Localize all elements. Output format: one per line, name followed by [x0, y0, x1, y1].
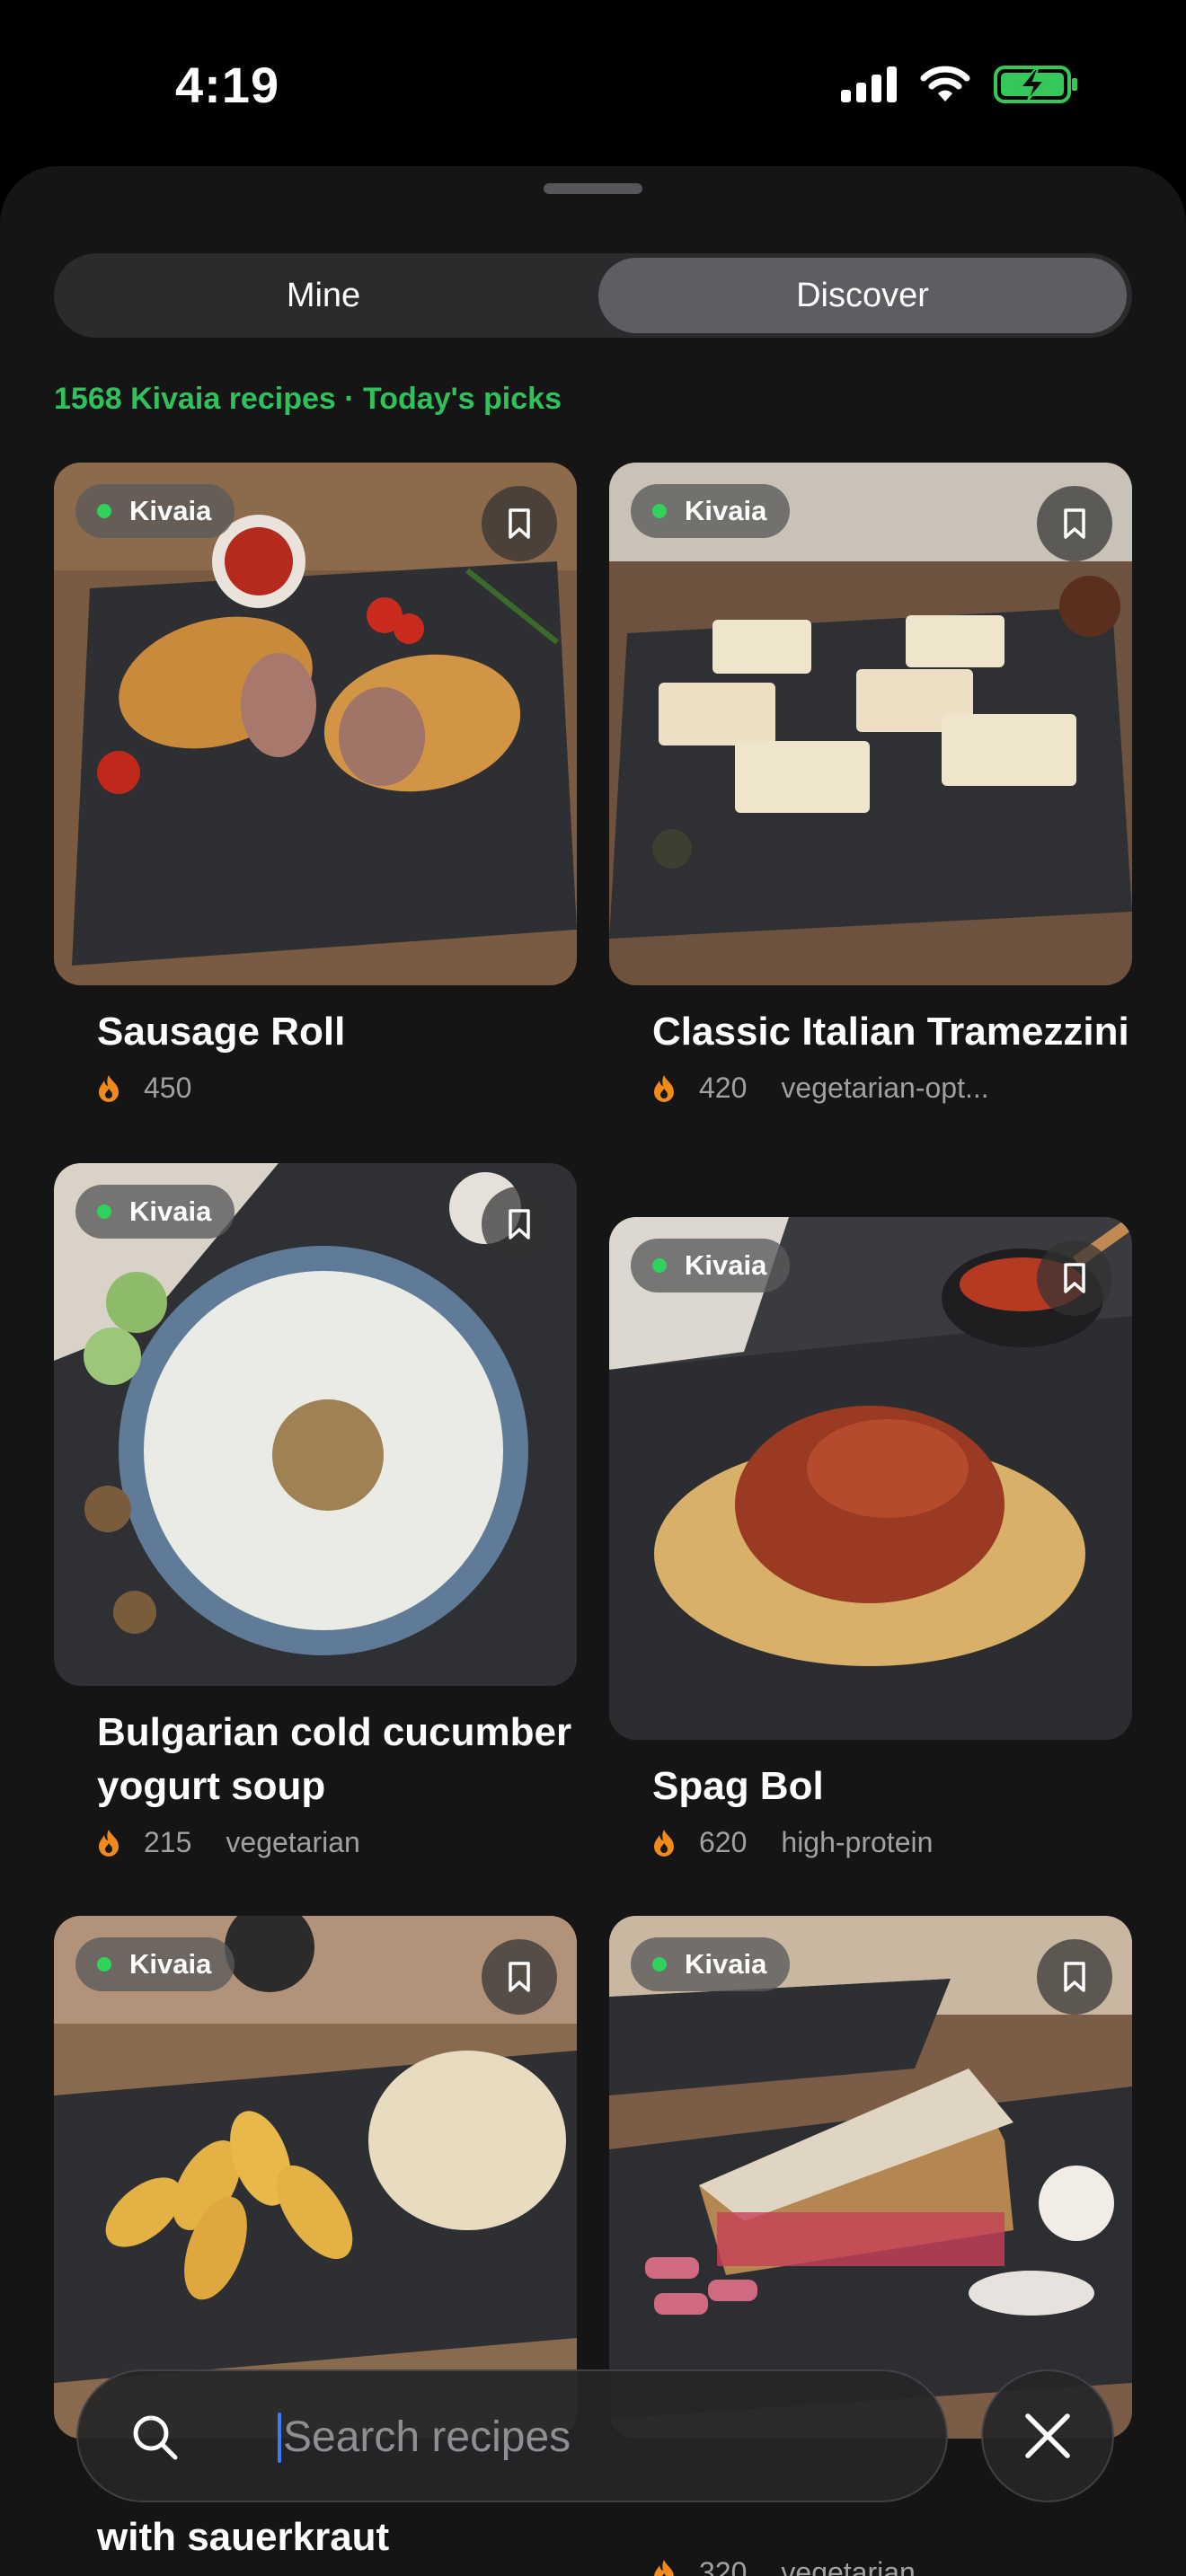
close-icon [1025, 2413, 1070, 2458]
recipe-card-spag-bol[interactable]: Kivaia Spag Bol 620 high-protein [609, 1217, 1132, 1864]
bookmark-button[interactable] [1037, 1939, 1112, 2015]
source-badge: Kivaia [75, 484, 235, 538]
wifi-icon [920, 66, 970, 103]
status-time: 4:19 [175, 57, 280, 113]
badge-label: Kivaia [129, 1948, 212, 1980]
source-badge: Kivaia [631, 1937, 791, 1991]
segmented-control: Mine Discover [54, 253, 1132, 338]
recipe-title: Sausage Roll [97, 1010, 346, 1054]
flame-icon [654, 1830, 674, 1857]
bookmark-icon [1064, 508, 1085, 539]
recipe-title: with sauerkraut [97, 2515, 390, 2559]
calories-value: 450 [144, 1071, 192, 1104]
status-bar: 4:19 [0, 0, 1186, 171]
search-icon [133, 2415, 178, 2460]
text-caret [278, 2413, 281, 2463]
bookmark-button[interactable] [482, 1187, 557, 1262]
bookmark-button[interactable] [1037, 486, 1112, 561]
cellular-signal-icon [841, 66, 897, 102]
diet-tag: vegetarian-opt... [781, 1071, 989, 1104]
recipe-meta: 620 high-protein [652, 1821, 1132, 1864]
recipe-meta: 320 vegetarian [652, 2551, 1132, 2576]
bookmark-icon [509, 1962, 530, 1992]
calories-value: 620 [699, 1825, 748, 1858]
badge-dot [652, 1258, 667, 1273]
close-button[interactable] [981, 2369, 1114, 2502]
badge-label: Kivaia [685, 1948, 767, 1980]
recipe-card-tramezzini[interactable]: Kivaia Classic Italian Tramezzini 420 ve… [609, 463, 1132, 1109]
calories-value: 420 [699, 1071, 748, 1104]
bookmark-button[interactable] [482, 486, 557, 561]
badge-label: Kivaia [129, 495, 212, 526]
battery-charging-icon [994, 65, 1078, 104]
sheet-grabber[interactable] [544, 183, 642, 194]
source-badge: Kivaia [631, 484, 791, 538]
recipe-card-sausage-roll[interactable]: Kivaia Sausage Roll 450 [54, 463, 577, 1109]
bookmark-icon [1064, 1962, 1085, 1992]
source-badge: Kivaia [631, 1239, 791, 1292]
diet-tag: vegetarian [781, 2555, 916, 2576]
search-input[interactable]: Search recipes [76, 2369, 948, 2502]
badge-dot [652, 504, 667, 518]
calories-value: 215 [144, 1825, 192, 1858]
badge-dot [97, 1204, 111, 1219]
recipe-meta: 215 vegetarian [97, 1821, 577, 1864]
badge-label: Kivaia [129, 1195, 212, 1227]
badge-dot [97, 504, 111, 518]
bookmark-icon [509, 1209, 530, 1239]
recipe-meta: 420 vegetarian-opt... [652, 1066, 1132, 1109]
recipe-photo[interactable]: Kivaia [609, 1217, 1132, 1740]
recipe-title: Spag Bol [652, 1764, 824, 1808]
bookmark-button[interactable] [1037, 1240, 1112, 1316]
source-badge: Kivaia [75, 1937, 235, 1991]
recipe-meta: 450 [97, 1066, 577, 1109]
calories-value: 320 [699, 2555, 748, 2576]
recipe-photo[interactable]: Kivaia [609, 1916, 1132, 2439]
flame-icon [99, 1075, 119, 1102]
source-badge: Kivaia [75, 1185, 235, 1239]
recipe-photo[interactable]: Kivaia [609, 463, 1132, 985]
flame-icon [654, 2560, 674, 2576]
diet-tag: high-protein [781, 1825, 934, 1858]
badge-label: Kivaia [685, 1249, 767, 1281]
tab-mine[interactable]: Mine [59, 258, 588, 333]
recipe-title: Bulgarian cold cucumber yogurt soup [97, 1710, 572, 1808]
recipe-card-cucumber-soup[interactable]: Kivaia Bulgarian cold cucumber yogurt so… [54, 1163, 577, 1864]
recipes-sheet: Mine Discover 1568 Kivaia recipes · Toda… [0, 166, 1186, 2576]
tab-discover[interactable]: Discover [598, 258, 1127, 333]
status-icons [841, 65, 1078, 104]
search-placeholder: Search recipes [283, 2413, 571, 2461]
diet-tag: vegetarian [226, 1825, 360, 1858]
recipe-title: Classic Italian Tramezzini [652, 1010, 1129, 1054]
bookmark-icon [509, 508, 530, 539]
recipe-photo[interactable]: Kivaia [54, 463, 577, 985]
bookmark-button[interactable] [482, 1939, 557, 2015]
recipe-photo[interactable]: Kivaia [54, 1163, 577, 1686]
flame-icon [99, 1830, 119, 1857]
bookmark-icon [1064, 1263, 1085, 1293]
recipes-count-label: 1568 Kivaia recipes · Today's picks [54, 382, 562, 416]
badge-dot [97, 1957, 111, 1972]
recipe-photo[interactable]: Kivaia [54, 1916, 577, 2439]
flame-icon [654, 1075, 674, 1102]
badge-dot [652, 1957, 667, 1972]
badge-label: Kivaia [685, 495, 767, 526]
